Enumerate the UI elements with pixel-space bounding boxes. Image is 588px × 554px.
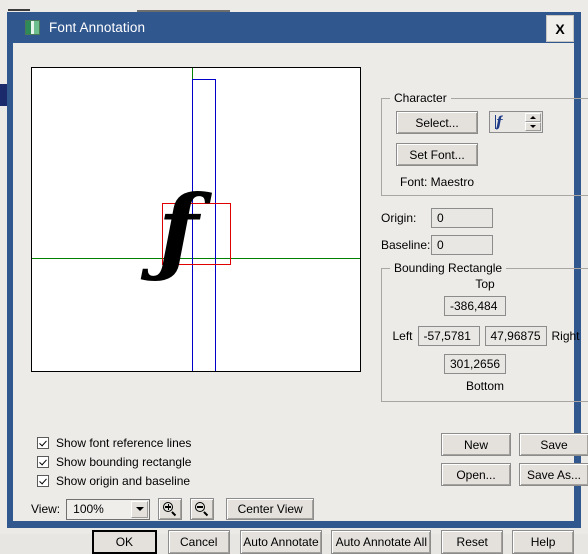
close-icon[interactable]: X bbox=[546, 15, 574, 42]
bounding-left-field[interactable]: -57,5781 bbox=[417, 326, 480, 346]
glyph-preview-canvas[interactable]: ƒ bbox=[31, 67, 361, 372]
stepper-up-icon[interactable] bbox=[525, 113, 541, 122]
save-as-button[interactable]: Save As... bbox=[519, 463, 588, 486]
bounding-middle-row: Left -57,5781 47,96875 Right bbox=[390, 326, 582, 346]
font-name-label: Font: Maestro bbox=[400, 175, 475, 189]
zoom-level-value: 100% bbox=[73, 502, 104, 516]
bounding-rectangle-group: Bounding Rectangle Top -386,484 Left -57… bbox=[381, 261, 588, 402]
checkbox-show-origin-and-baseline[interactable]: Show origin and baseline bbox=[37, 474, 190, 488]
origin-label: Origin: bbox=[381, 211, 417, 225]
stepper-down-icon[interactable] bbox=[525, 122, 541, 131]
checkbox-box[interactable] bbox=[37, 456, 49, 468]
dialog-titlebar[interactable]: Font Annotation X bbox=[13, 12, 581, 43]
checkbox-show-font-reference-lines[interactable]: Show font reference lines bbox=[37, 436, 191, 450]
magnifier-minus-icon[interactable] bbox=[190, 498, 215, 520]
dialog-body: ƒ Show font reference lines Show boundin… bbox=[13, 43, 588, 554]
view-label: View: bbox=[31, 502, 61, 516]
bounding-rectangle-legend: Bounding Rectangle bbox=[390, 261, 507, 275]
background-navy-chip bbox=[0, 84, 7, 106]
checkbox-label: Show bounding rectangle bbox=[56, 455, 192, 469]
save-button[interactable]: Save bbox=[519, 433, 588, 456]
view-controls-row: View: 100% Center View bbox=[31, 498, 315, 520]
checkbox-show-bounding-rectangle[interactable]: Show bounding rectangle bbox=[37, 455, 191, 469]
origin-field[interactable]: 0 bbox=[431, 208, 493, 228]
open-button[interactable]: Open... bbox=[441, 463, 511, 486]
origin-row: Origin: 0 bbox=[381, 208, 493, 228]
select-character-button[interactable]: Select... bbox=[396, 111, 478, 134]
checkbox-label: Show font reference lines bbox=[56, 436, 192, 450]
set-font-button[interactable]: Set Font... bbox=[396, 143, 478, 166]
chevron-down-icon[interactable] bbox=[131, 500, 149, 518]
font-annotation-dialog: Font Annotation X ƒ Show font reference … bbox=[7, 12, 588, 554]
bounding-right-field[interactable]: 47,96875 bbox=[484, 326, 547, 346]
character-value: ƒ bbox=[496, 114, 503, 130]
dialog-title: Font Annotation bbox=[49, 20, 146, 35]
baseline-label: Baseline: bbox=[381, 238, 431, 252]
app-icon bbox=[25, 20, 40, 35]
bounding-top-field[interactable]: -386,484 bbox=[444, 296, 506, 316]
baseline-row: Baseline: 0 bbox=[381, 235, 493, 255]
bounding-right-label: Right bbox=[551, 329, 580, 343]
checkbox-box[interactable] bbox=[37, 437, 49, 449]
bounding-left-label: Left bbox=[392, 329, 413, 343]
character-group: Character Select... Set Font... Font: Ma… bbox=[381, 91, 588, 196]
bounding-bottom-field[interactable]: 301,2656 bbox=[444, 354, 506, 374]
magnifier-plus-icon[interactable] bbox=[158, 498, 183, 520]
stepper-arrows[interactable] bbox=[525, 113, 541, 131]
character-code-stepper[interactable]: ƒ bbox=[489, 111, 543, 133]
bounding-top-label: Top bbox=[475, 277, 495, 291]
glyph-character: ƒ bbox=[158, 176, 199, 287]
center-view-button[interactable]: Center View bbox=[226, 498, 315, 520]
checkbox-label: Show origin and baseline bbox=[56, 474, 191, 488]
baseline-field[interactable]: 0 bbox=[431, 235, 493, 255]
zoom-level-select[interactable]: 100% bbox=[66, 498, 151, 520]
character-group-legend: Character bbox=[390, 91, 451, 105]
checkbox-box[interactable] bbox=[37, 475, 49, 487]
new-button[interactable]: New bbox=[441, 433, 511, 456]
bounding-bottom-label: Bottom bbox=[465, 379, 504, 393]
